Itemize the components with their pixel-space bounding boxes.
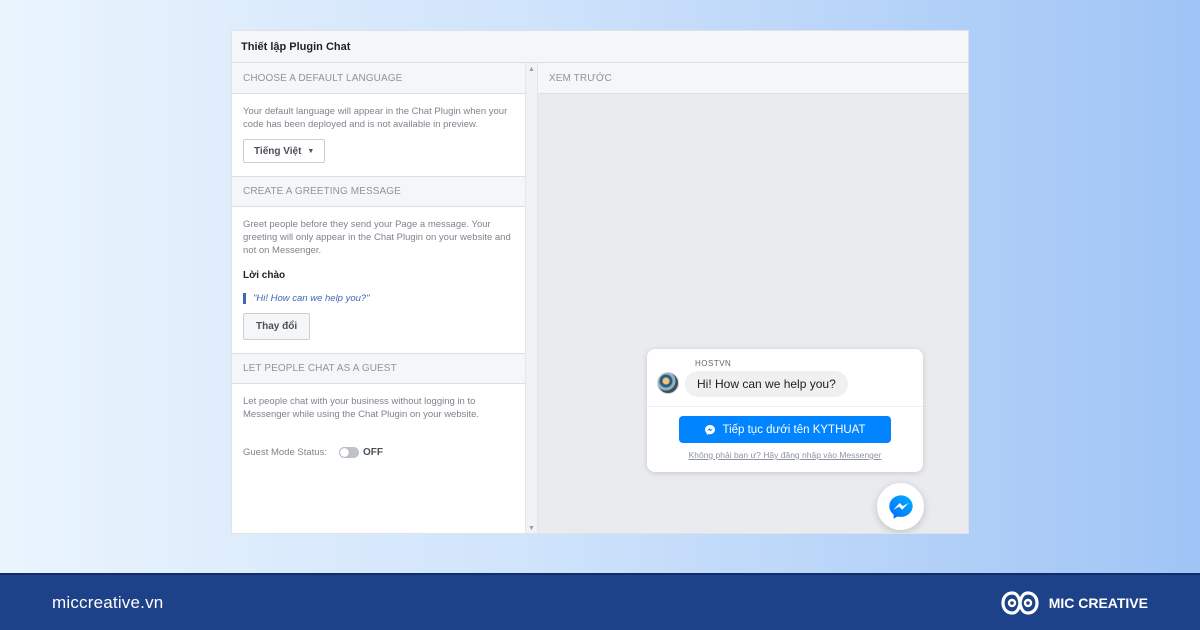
guest-section: Let people chat with your business witho… — [232, 384, 525, 471]
page-avatar — [657, 372, 679, 394]
language-description: Your default language will appear in the… — [243, 106, 508, 130]
language-selected: Tiếng Việt — [254, 145, 302, 157]
settings-pane[interactable]: CHOOSE A DEFAULT LANGUAGE Your default l… — [232, 63, 525, 533]
language-section: Your default language will appear in the… — [232, 94, 525, 176]
greeting-bubble: Hi! How can we help you? — [685, 371, 848, 397]
guest-mode-toggle[interactable] — [339, 447, 359, 458]
guest-mode-state: OFF — [363, 447, 383, 458]
caret-down-icon: ▼ — [307, 147, 315, 155]
not-you-link[interactable]: Không phải bạn ư? Hãy đăng nhập vào Mess… — [647, 450, 923, 460]
guest-section-title: LET PEOPLE CHAT AS A GUEST — [232, 353, 525, 384]
language-dropdown[interactable]: Tiếng Việt ▼ — [243, 139, 326, 163]
guest-mode-label: Guest Mode Status: — [243, 447, 327, 458]
greeting-label: Lời chào — [243, 270, 286, 281]
language-section-title: CHOOSE A DEFAULT LANGUAGE — [232, 63, 525, 94]
brand: MIC CREATIVE — [999, 588, 1148, 618]
chat-divider — [647, 406, 923, 407]
preview-title: XEM TRƯỚC — [538, 63, 968, 94]
plugin-settings-dialog: Thiết lập Plugin Chat CHOOSE A DEFAULT L… — [231, 30, 969, 534]
greeting-section: Greet people before they send your Page … — [232, 207, 525, 353]
change-greeting-button[interactable]: Thay đổi — [243, 313, 311, 340]
messenger-icon — [705, 424, 716, 435]
greeting-section-title: CREATE A GREETING MESSAGE — [232, 176, 525, 207]
scroll-up-arrow-icon[interactable]: ▲ — [526, 66, 537, 73]
continue-as-label: Tiếp tục dưới tên KYTHUAT — [722, 423, 866, 436]
preview-pane: XEM TRƯỚC HOSTVN Hi! How can we help you… — [538, 63, 968, 533]
continue-as-button[interactable]: Tiếp tục dưới tên KYTHUAT — [679, 416, 891, 443]
page-name: HOSTVN — [695, 359, 732, 368]
footer-bar: miccreative.vn MIC CREATIVE — [0, 573, 1200, 630]
site-url: miccreative.vn — [52, 592, 164, 612]
settings-scrollbar[interactable]: ▲ ▼ — [525, 63, 538, 533]
brand-name: MIC CREATIVE — [1048, 594, 1148, 611]
toggle-knob — [340, 448, 349, 457]
messenger-launcher-button[interactable] — [877, 483, 924, 530]
chat-preview-card: HOSTVN Hi! How can we help you? Tiếp tục… — [647, 349, 923, 472]
messenger-icon — [888, 494, 913, 519]
guest-mode-row: Guest Mode Status: OFF — [243, 447, 514, 458]
scroll-down-arrow-icon[interactable]: ▼ — [526, 525, 537, 532]
guest-description: Let people chat with your business witho… — [243, 396, 480, 420]
mic-logo-icon — [1001, 590, 1039, 615]
greeting-description: Greet people before they send your Page … — [243, 219, 511, 256]
dialog-title: Thiết lập Plugin Chat — [232, 31, 968, 63]
greeting-message: "Hi! How can we help you?" — [243, 293, 514, 304]
